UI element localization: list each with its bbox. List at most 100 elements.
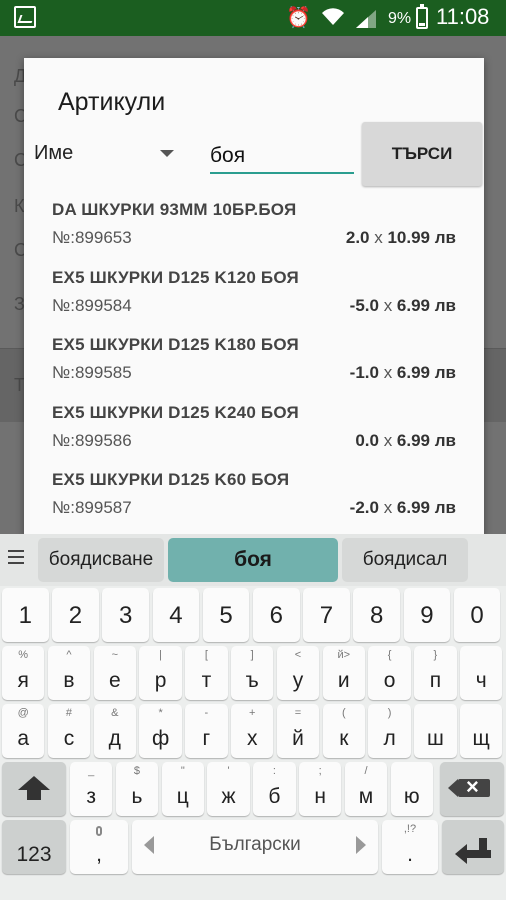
space-key[interactable]: Български [132,820,378,874]
key-ж[interactable]: ' ж [207,762,250,816]
articles-dialog: Артикули Име ТЪРСИ DA ШКУРКИ 93ММ 10БР.Б… [24,58,484,536]
key-label: р [154,669,167,692]
key-label: я [17,669,29,692]
item-name: EX5 ШКУРКИ D125 K60 БОЯ [52,470,290,489]
key-8[interactable]: 8 [353,588,400,642]
enter-icon [455,838,491,864]
key-label: м [358,785,374,808]
key-label: с [63,727,75,750]
key-н[interactable]: ; н [299,762,342,816]
key-5[interactable]: 5 [202,588,250,642]
key-label: 7 [319,602,334,629]
key-label: ю [403,785,420,808]
suggestion-item-selected[interactable]: боя [168,538,338,582]
mic-icon [96,826,102,836]
key-label: у [292,669,304,692]
key-label: е [108,669,121,692]
key-ъ[interactable]: ] ъ [231,646,274,700]
key-label: 6 [269,602,283,629]
key-г[interactable]: -г [185,704,228,758]
key-ц[interactable]: " ц [161,762,204,816]
item-name: DA ШКУРКИ 93ММ 10БР.БОЯ [52,200,297,219]
list-item[interactable]: EX5 ШКУРКИ D125 K180 БОЯ №:899585 -1.0 x… [24,329,484,397]
key-1[interactable]: 1 [2,588,49,642]
key-hint: $ [133,765,141,777]
key-л[interactable]: ) л [368,704,411,758]
item-qty-price: -2.0 x 6.99 лв [349,498,456,517]
key-з[interactable]: _ з [70,762,113,816]
key-о[interactable]: {о [368,646,411,700]
results-list: DA ШКУРКИ 93ММ 10БР.БОЯ №:899653 2.0 x 1… [24,194,484,532]
key-label: к [339,727,349,750]
key-0[interactable]: 0 [453,588,501,642]
key-д[interactable]: & д [93,704,136,758]
key-я[interactable]: % я [2,646,45,700]
list-item[interactable]: EX5 ШКУРКИ D125 K240 БОЯ №:899586 0.0 x … [24,397,484,465]
key-7[interactable]: 7 [303,588,350,642]
key-а[interactable]: @ а [2,704,45,758]
key-п[interactable]: } п [414,646,457,700]
key-label: ч [475,669,487,692]
key-у[interactable]: < у [276,646,320,700]
search-button[interactable]: ТЪРСИ [362,122,482,186]
item-number: №:899653 [52,228,132,247]
menu-icon[interactable] [8,550,24,566]
key-hint: } [433,649,438,661]
dialog-title: Артикули [58,88,166,116]
key-label: 4 [169,602,183,629]
shift-key[interactable] [2,762,66,816]
period-key[interactable]: ,!?. [382,820,438,874]
key-в[interactable]: ^ в [47,646,91,700]
list-item[interactable]: DA ШКУРКИ 93ММ 10БР.БОЯ №:899653 2.0 x 1… [24,194,484,262]
search-input[interactable] [210,140,354,174]
key-hint: ) [387,707,392,719]
key-hint: ' [227,765,230,777]
key-ф[interactable]: * ф [139,704,182,758]
gallery-notification-icon [14,6,36,28]
key-hint: % [18,649,29,661]
backspace-key[interactable] [440,762,504,816]
key-6[interactable]: 6 [253,588,300,642]
key-р[interactable]: | р [139,646,182,700]
key-х[interactable]: + х [231,704,274,758]
key-м[interactable]: / м [344,762,388,816]
key-hint: & [111,707,119,719]
key-9[interactable]: 9 [403,588,451,642]
comma-key[interactable]: , [70,820,128,874]
filter-field-dropdown[interactable]: Име [34,138,174,172]
item-number: №:899586 [52,430,132,450]
key-ю[interactable]: ю [390,762,433,816]
key-й[interactable]: = й [276,704,320,758]
item-qty-price: 2.0 x 10.99 лв [345,228,456,247]
signal-icon [356,10,376,28]
key-щ[interactable]: щ [460,704,503,758]
list-item[interactable]: EX5 ШКУРКИ D125 K60 БОЯ №:899587 -2.0 x … [24,464,484,532]
key-ш[interactable]: ш [414,704,457,758]
key-label: т [201,669,212,692]
key-hint: < [294,649,302,661]
battery-percent: 9% [388,10,412,27]
key-hint: = [294,707,302,719]
key-ь[interactable]: $ ь [115,762,159,816]
suggestion-item[interactable]: боядисал [342,538,468,582]
key-label: й [292,727,304,750]
suggestion-item[interactable]: боядисване [38,538,164,582]
key-т[interactable]: [т [185,646,228,700]
enter-key[interactable] [442,820,504,874]
key-и[interactable]: й> и [322,646,365,700]
dropdown-arrow-icon [160,150,174,157]
key-4[interactable]: 4 [152,588,200,642]
bg-row: К [14,196,25,216]
key-б[interactable]: :б [253,762,296,816]
key-3[interactable]: 3 [102,588,149,642]
symbols-key[interactable]: 123 [2,820,66,874]
key-hint: й> [337,649,351,661]
key-ч[interactable]: ч [460,646,503,700]
key-label: г [202,727,211,750]
key-2[interactable]: 2 [52,588,99,642]
list-item[interactable]: EX5 ШКУРКИ D125 K120 БОЯ №:899584 -5.0 x… [24,262,484,330]
key-с[interactable]: # с [47,704,91,758]
key-к[interactable]: (к [322,704,365,758]
key-label: 9 [420,602,434,629]
key-е[interactable]: ~ е [93,646,136,700]
